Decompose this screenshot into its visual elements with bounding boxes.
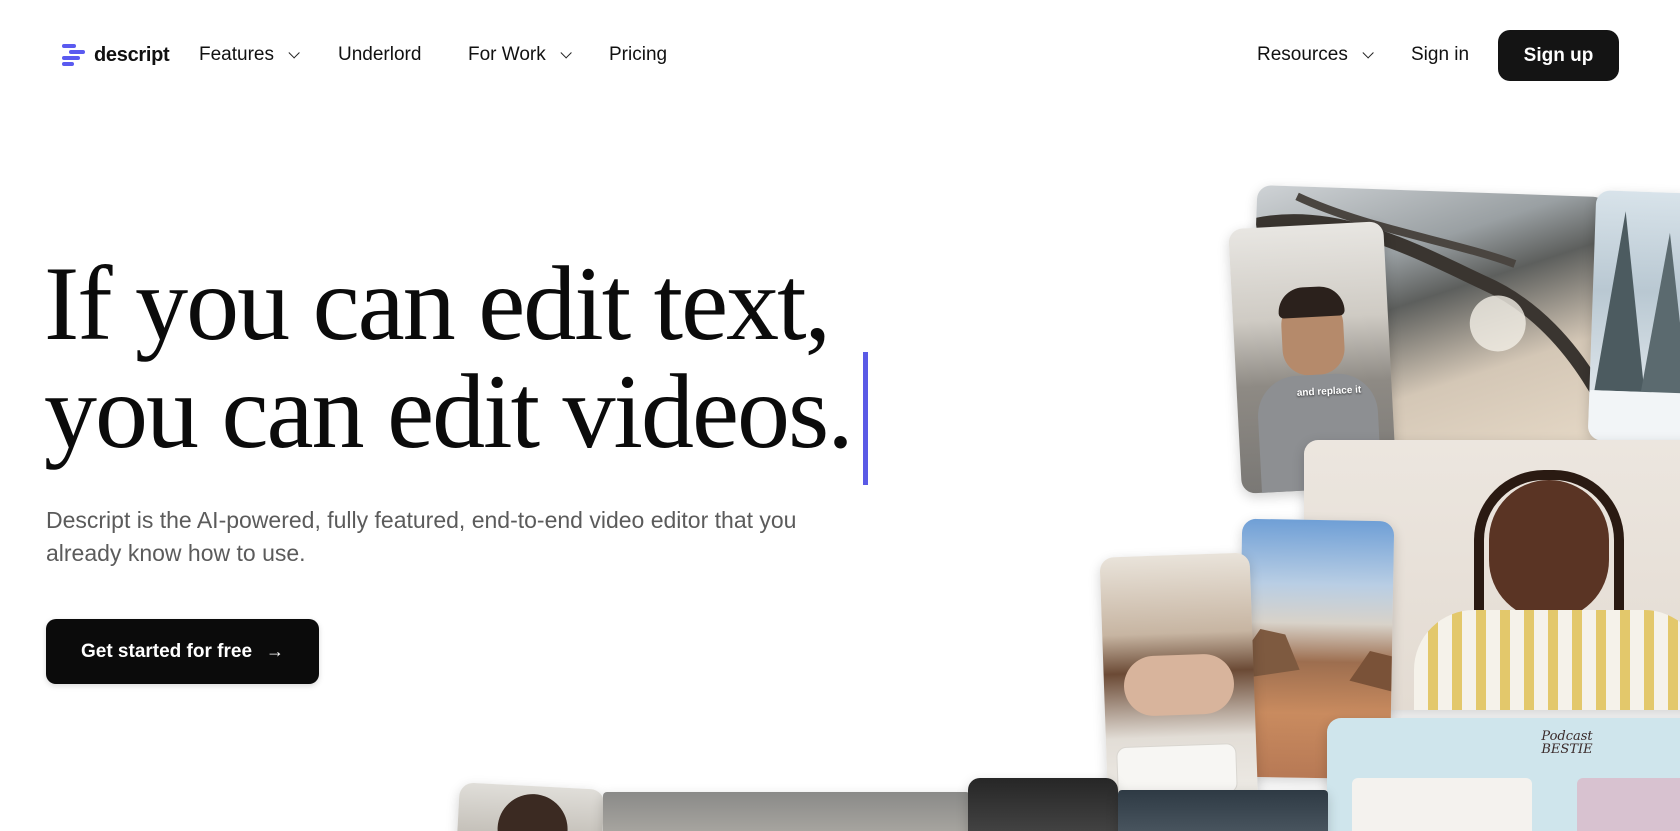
get-started-button[interactable]: Get started for free →: [46, 619, 319, 684]
video-thumbnail-bottom-man: [456, 782, 605, 831]
nav-resources-label: Resources: [1257, 44, 1348, 65]
video-thumbnail-podcast: Podcast BESTIE: [1327, 718, 1680, 831]
pine-trees-graphic: [1587, 211, 1680, 444]
chevron-down-icon: [288, 47, 300, 59]
top-navigation: descript Features Underlord For Work Pri…: [0, 0, 1680, 112]
video-thumbnail-bottom-room: [603, 792, 970, 831]
text-cursor-caret: [863, 352, 868, 485]
descript-logo[interactable]: descript: [62, 42, 170, 68]
get-started-label: Get started for free: [80, 640, 253, 662]
video-thumbnail-bottom-dark: [968, 778, 1118, 831]
podcast-logo: Podcast BESTIE: [1541, 729, 1593, 757]
video-thumbnail-crafting: [1099, 552, 1259, 818]
headline-line-1: If you can edit text,: [44, 245, 831, 362]
nav-underlord[interactable]: Underlord: [338, 44, 421, 66]
nav-for-work[interactable]: For Work: [468, 44, 572, 66]
descript-logo-icon: [62, 42, 85, 68]
nav-resources[interactable]: Resources: [1257, 44, 1374, 66]
nav-pricing-label: Pricing: [609, 44, 668, 65]
nav-for-work-label: For Work: [468, 44, 546, 65]
arrow-right-icon: →: [266, 641, 285, 661]
bottom-man-head: [495, 792, 570, 831]
hero-subheading: Descript is the AI-powered, fully featur…: [46, 507, 797, 566]
sign-in-label: Sign in: [1411, 44, 1470, 65]
crafting-hands: [1122, 653, 1236, 717]
video-thumbnail-bottom-studio: [1118, 790, 1328, 831]
chevron-down-icon: [1362, 47, 1374, 59]
woman-striped-shirt: [1414, 610, 1680, 710]
brand-name: descript: [94, 43, 170, 66]
nav-pricing[interactable]: Pricing: [609, 44, 667, 66]
headline-line-2: you can edit videos.: [44, 353, 854, 470]
nav-features-label: Features: [199, 44, 274, 65]
podcast-frame-right: [1577, 778, 1680, 831]
chevron-down-icon: [560, 47, 572, 59]
hero-headline: If you can edit text, you can edit video…: [44, 245, 854, 470]
creator-hair: [1277, 285, 1345, 319]
sign-in-link[interactable]: Sign in: [1411, 44, 1469, 66]
nav-features[interactable]: Features: [199, 44, 300, 66]
video-thumbnail-snowy-forest: [1587, 190, 1680, 444]
podcast-frame-left: [1352, 778, 1532, 831]
sign-up-button[interactable]: Sign up: [1498, 30, 1619, 81]
nav-underlord-label: Underlord: [338, 44, 422, 65]
